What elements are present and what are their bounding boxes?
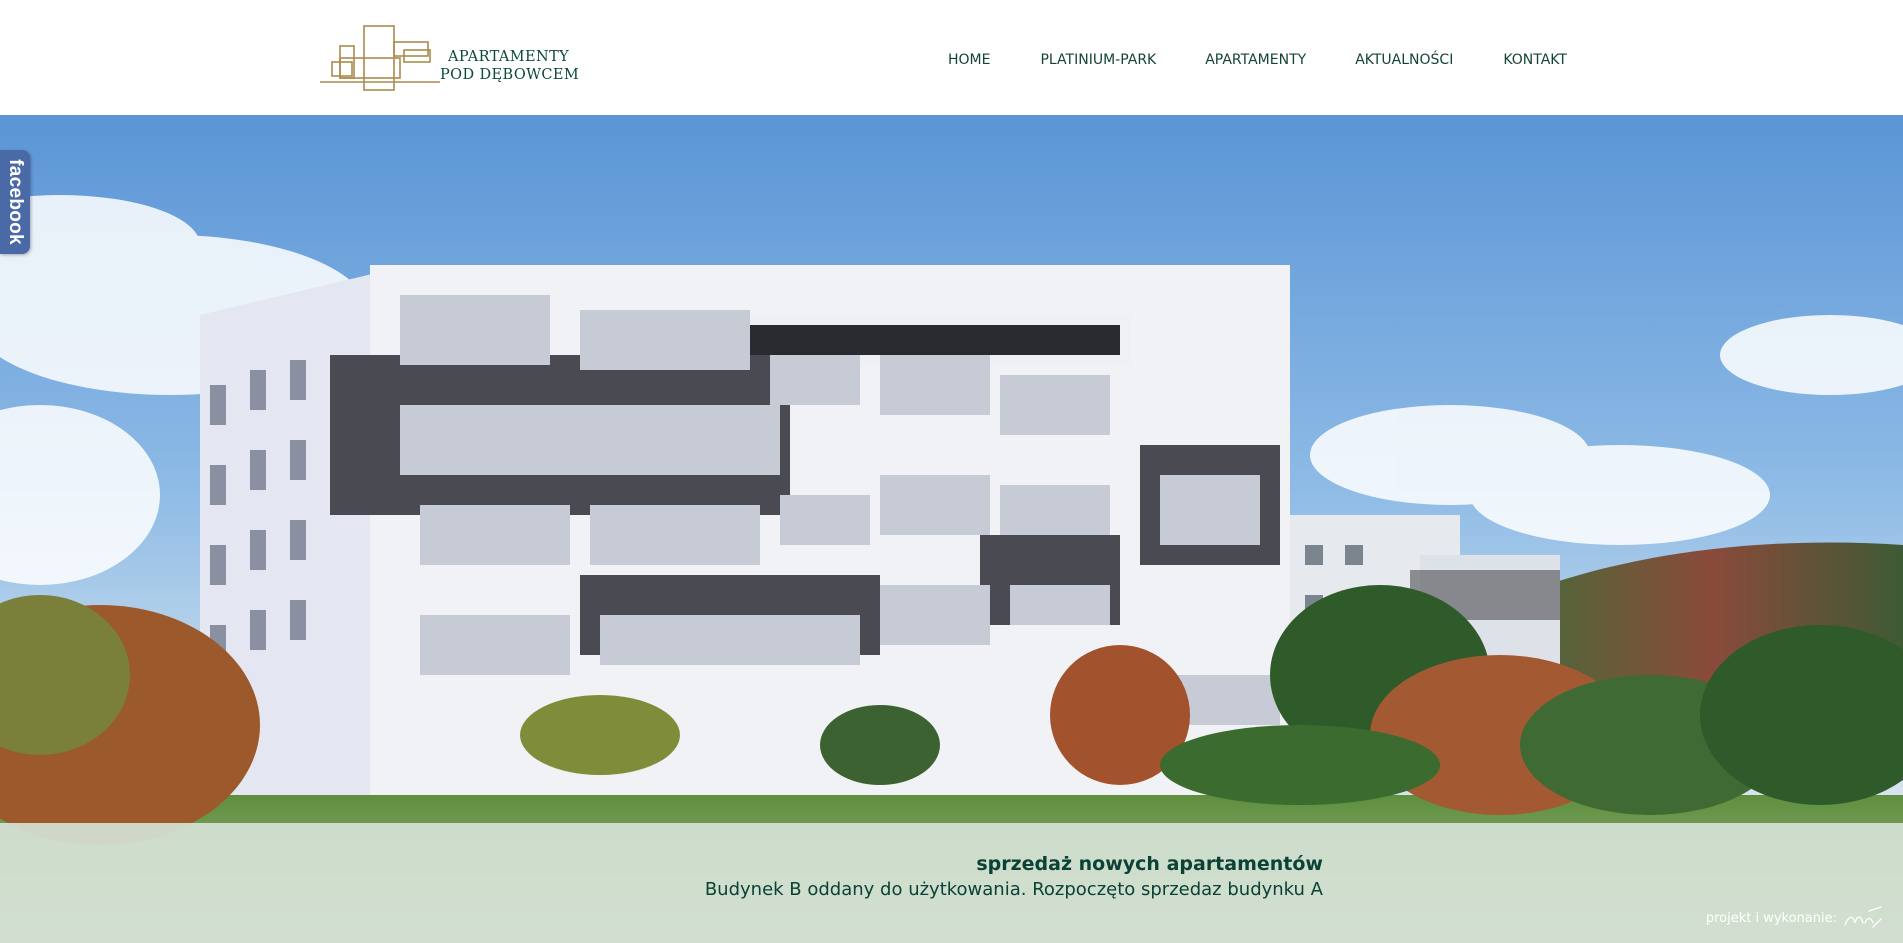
logo-line-1: APARTAMENTY [448, 49, 570, 65]
hero-illustration [0, 115, 1903, 943]
site-header: APARTAMENTY POD DĘBOWCEM HOME PLATINIUM-… [0, 0, 1903, 115]
facebook-tab[interactable]: facebook [0, 150, 30, 254]
nav-aktualnosci[interactable]: AKTUALNOŚCI [1355, 52, 1453, 68]
announcement-band: sprzedaż nowych apartamentów Budynek B o… [0, 823, 1903, 943]
credit: projekt i wykonanie: [1706, 905, 1883, 931]
site-logo[interactable]: APARTAMENTY POD DĘBOWCEM [320, 24, 580, 92]
hero-image [0, 115, 1903, 943]
logo-mark-icon [320, 25, 440, 91]
announcement-subtitle[interactable]: Budynek B oddany do użytkowania. Rozpocz… [705, 879, 1323, 900]
main-nav: HOME PLATINIUM-PARK APARTAMENTY AKTUALNO… [948, 52, 1567, 68]
nav-home[interactable]: HOME [948, 52, 990, 68]
credit-label: projekt i wykonanie: [1705, 910, 1837, 926]
agency-logo-icon[interactable] [1843, 905, 1883, 931]
nav-platinium-park[interactable]: PLATINIUM-PARK [1040, 52, 1156, 68]
logo-line-2: POD DĘBOWCEM [440, 67, 580, 83]
announcement-title[interactable]: sprzedaż nowych apartamentów [976, 853, 1323, 875]
facebook-tab-label: facebook [5, 159, 26, 245]
nav-kontakt[interactable]: KONTAKT [1503, 52, 1567, 68]
logo-wordmark: APARTAMENTY POD DĘBOWCEM [440, 48, 579, 84]
nav-apartamenty[interactable]: APARTAMENTY [1205, 52, 1306, 68]
